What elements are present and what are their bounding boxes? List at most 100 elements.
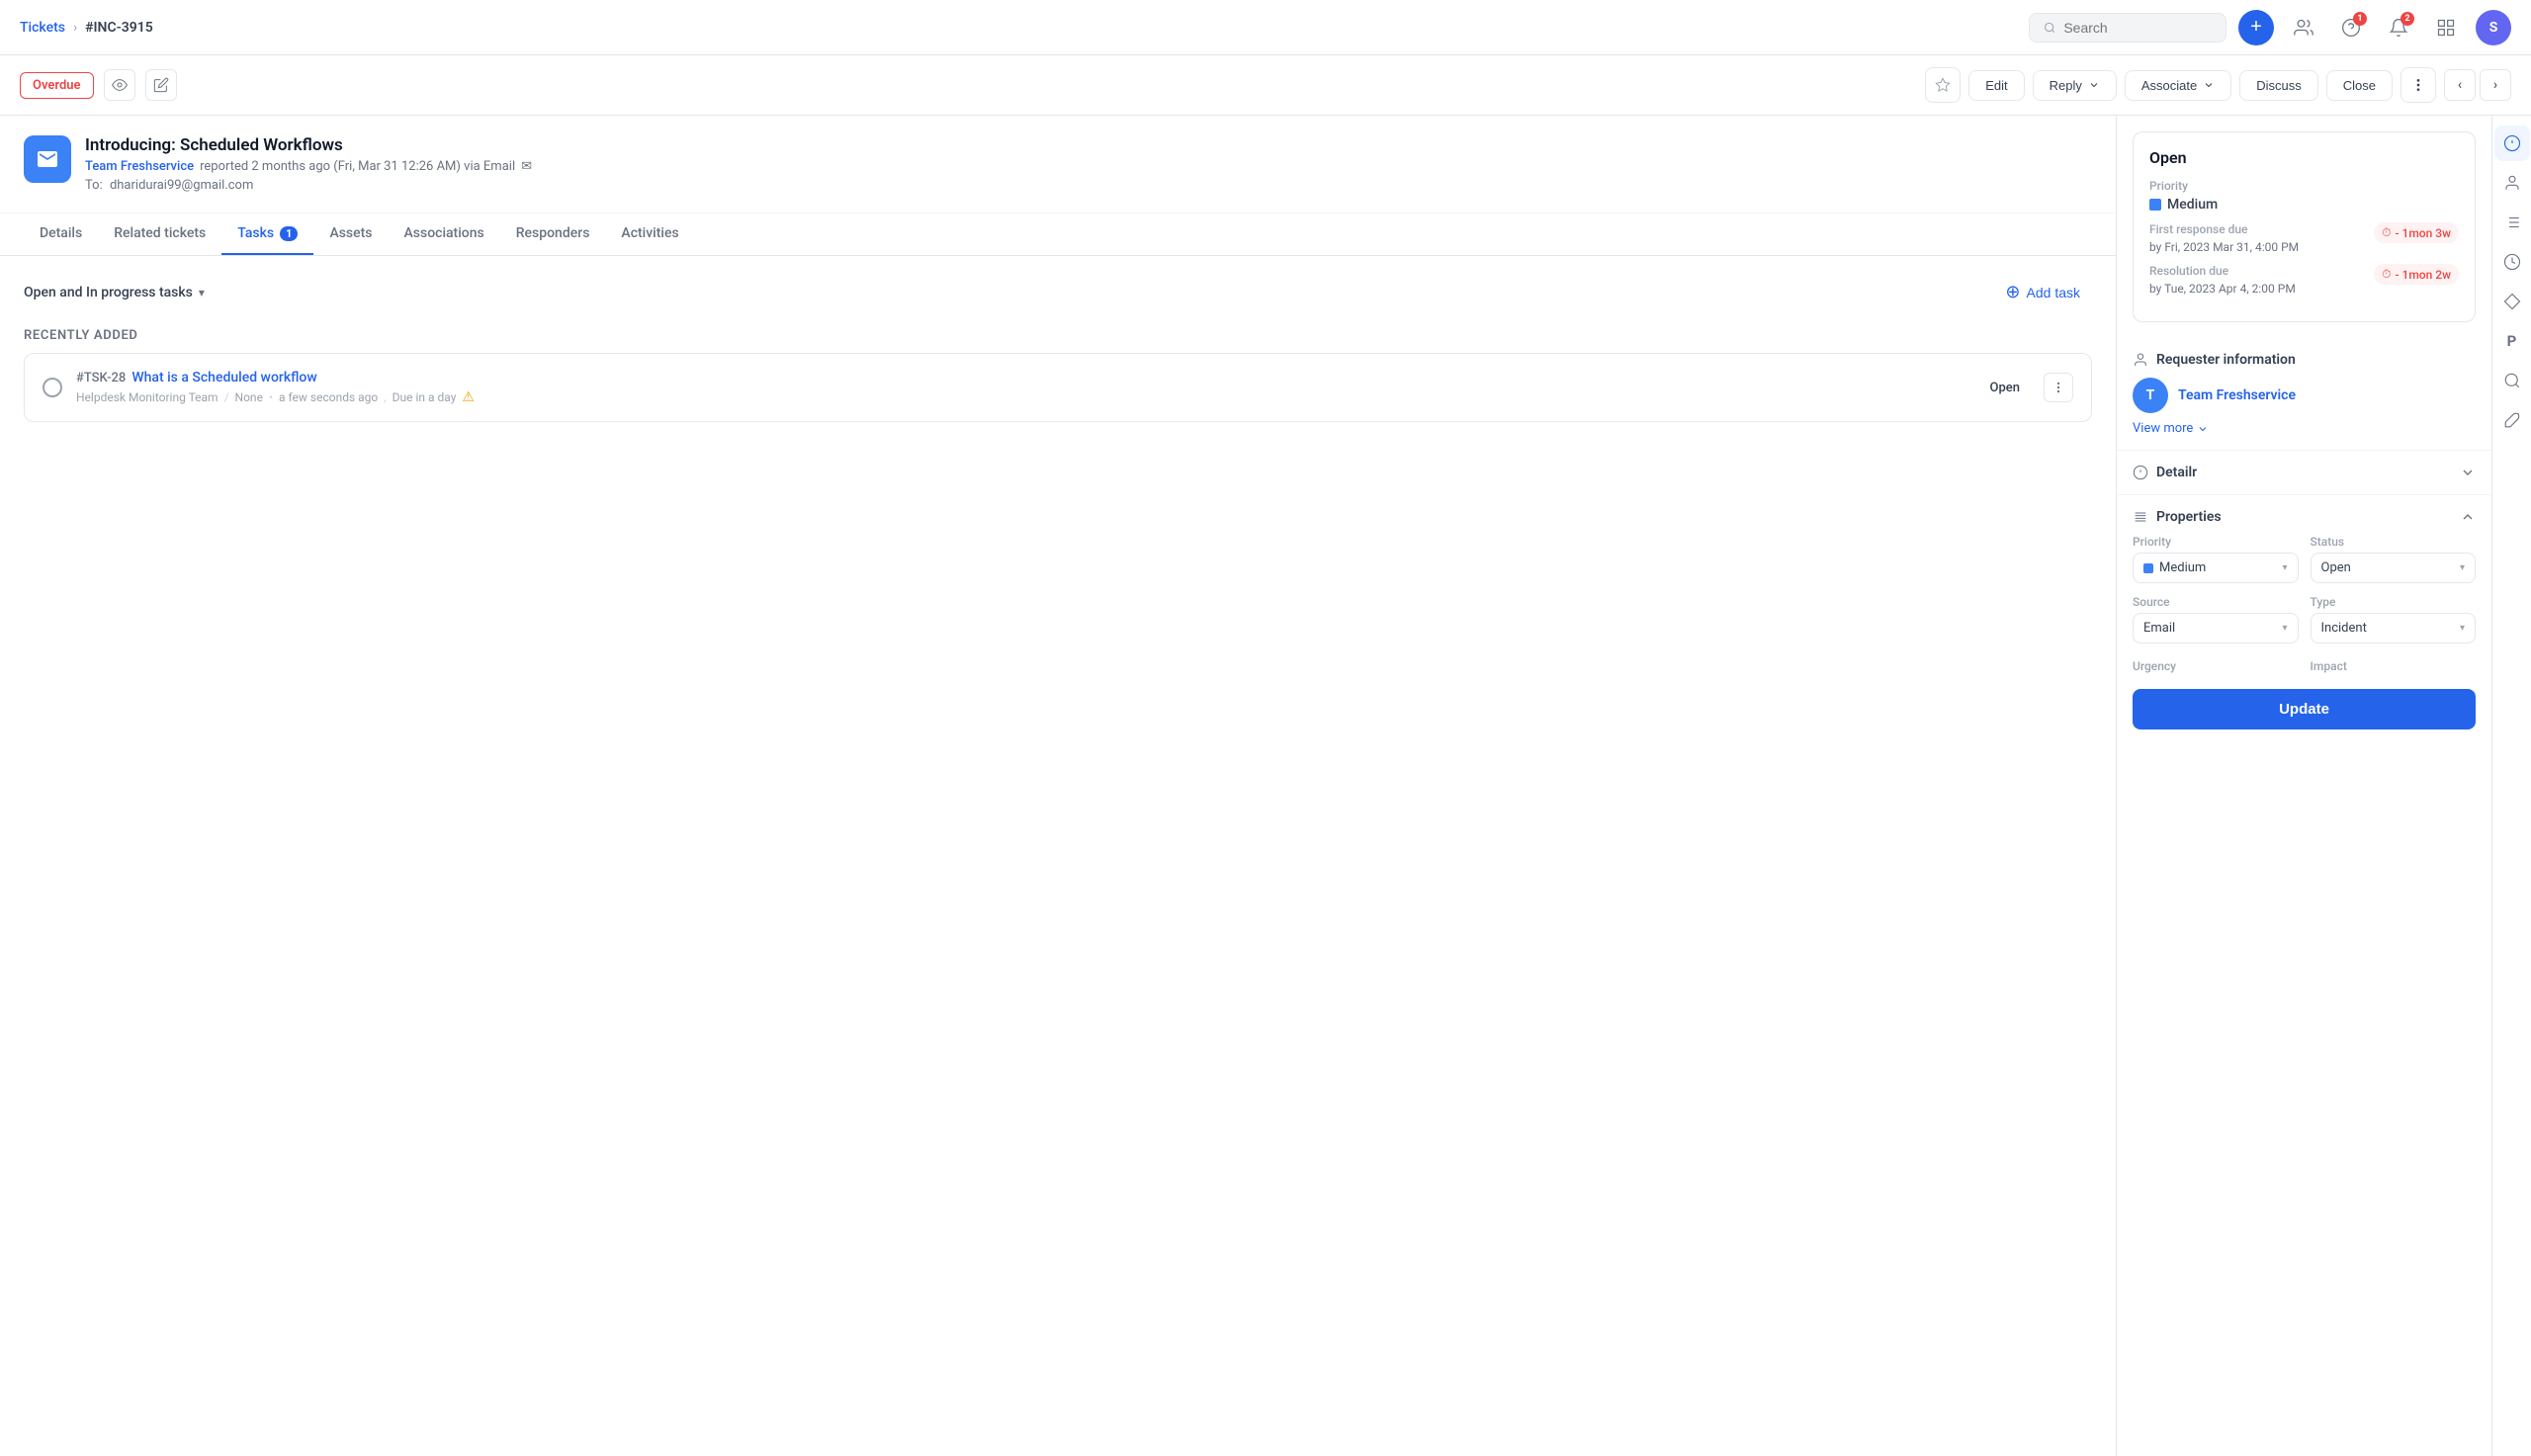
topbar: Tickets › #INC-3915 + 1 2 S bbox=[0, 0, 2531, 55]
task-sep2: • bbox=[269, 390, 273, 404]
search-input[interactable] bbox=[2063, 20, 2212, 36]
tab-tasks[interactable]: Tasks 1 bbox=[221, 214, 313, 255]
details-title: Detailr bbox=[2133, 465, 2197, 480]
sidebar-list-icon[interactable] bbox=[2494, 205, 2530, 240]
sidebar-diamond-icon[interactable] bbox=[2494, 284, 2530, 319]
first-response-overdue: ⏱ - 1mon 3w bbox=[2374, 222, 2459, 243]
discuss-button[interactable]: Discuss bbox=[2239, 70, 2318, 101]
more-options-button[interactable] bbox=[2400, 67, 2436, 103]
marketplace-icon-button[interactable] bbox=[2428, 10, 2464, 45]
person-sidebar-icon bbox=[2503, 174, 2521, 192]
first-response-info: First response due by Fri, 2023 Mar 31, … bbox=[2149, 222, 2299, 254]
help-badge: 1 bbox=[2353, 12, 2367, 26]
close-button[interactable]: Close bbox=[2326, 70, 2393, 101]
details-section: Detailr bbox=[2117, 450, 2491, 494]
sidebar-search2-icon[interactable] bbox=[2494, 363, 2530, 398]
brush-sidebar-icon bbox=[2503, 411, 2521, 429]
create-button[interactable]: + bbox=[2238, 10, 2274, 45]
task-name[interactable]: What is a Scheduled workflow bbox=[131, 370, 316, 385]
ticket-meta: Team Freshservice reported 2 months ago … bbox=[85, 159, 2092, 174]
user-avatar[interactable]: S bbox=[2476, 10, 2511, 45]
email-icon: ✉ bbox=[521, 159, 532, 174]
eye-icon-button[interactable] bbox=[104, 69, 135, 101]
properties-collapse-icon[interactable] bbox=[2460, 509, 2476, 525]
tab-details[interactable]: Details bbox=[24, 214, 98, 255]
content-area: Introducing: Scheduled Workflows Team Fr… bbox=[0, 116, 2116, 1456]
tab-activities[interactable]: Activities bbox=[605, 214, 694, 255]
source-select[interactable]: Email ▾ bbox=[2133, 613, 2299, 643]
requester-name[interactable]: Team Freshservice bbox=[2178, 387, 2296, 403]
details-header[interactable]: Detailr bbox=[2117, 451, 2491, 494]
ticket-title: Introducing: Scheduled Workflows bbox=[85, 135, 2092, 155]
clock-icon-2: ⏱ bbox=[2382, 267, 2391, 282]
first-response-label: First response due bbox=[2149, 222, 2299, 236]
reply-button[interactable]: Reply bbox=[2033, 70, 2117, 101]
breadcrumb-sep: › bbox=[73, 20, 77, 36]
agent-icon-button[interactable] bbox=[2286, 10, 2321, 45]
priority-select[interactable]: Medium ▾ bbox=[2133, 553, 2299, 583]
priority-select-dot bbox=[2143, 563, 2153, 573]
clock-icon-1: ⏱ bbox=[2382, 225, 2391, 240]
help-icon-button[interactable]: 1 bbox=[2333, 10, 2369, 45]
toolbar-right-actions: Edit Reply Associate Discuss Close ‹ › bbox=[1925, 67, 2511, 103]
task-details: #TSK-28 What is a Scheduled workflow Hel… bbox=[76, 370, 1976, 405]
type-select[interactable]: Incident ▾ bbox=[2311, 613, 2477, 643]
status-select[interactable]: Open ▾ bbox=[2311, 553, 2477, 583]
urgency-label: Urgency bbox=[2133, 659, 2299, 673]
tab-responders[interactable]: Responders bbox=[500, 214, 606, 255]
associate-button[interactable]: Associate bbox=[2125, 70, 2231, 101]
search-box[interactable] bbox=[2029, 13, 2226, 43]
properties-header: Properties bbox=[2117, 495, 2491, 535]
priority-select-arrow: ▾ bbox=[2282, 562, 2287, 573]
add-task-button[interactable]: ⊕ Add task bbox=[1993, 276, 2092, 308]
sidebar-p-icon[interactable]: P bbox=[2494, 323, 2530, 359]
clock-sidebar-icon bbox=[2503, 253, 2521, 271]
task-checkbox[interactable] bbox=[43, 378, 62, 397]
task-more-icon bbox=[2051, 381, 2065, 394]
view-more-button[interactable]: View more bbox=[2133, 421, 2476, 436]
list-sidebar-icon bbox=[2503, 214, 2521, 231]
topbar-right: + 1 2 S bbox=[2029, 10, 2511, 45]
ticket-reporter[interactable]: Team Freshservice bbox=[85, 159, 194, 174]
resolution-label: Resolution due bbox=[2149, 264, 2296, 278]
urgency-impact-labels: Urgency Impact bbox=[2117, 659, 2491, 677]
task-more-button[interactable] bbox=[2044, 373, 2073, 402]
sidebar-brush-icon[interactable] bbox=[2494, 402, 2530, 438]
priority-label: Priority bbox=[2149, 179, 2459, 193]
next-ticket-button[interactable]: › bbox=[2480, 69, 2511, 101]
source-select-arrow: ▾ bbox=[2282, 623, 2287, 634]
sidebar-info-icon[interactable] bbox=[2494, 126, 2530, 161]
email-ticket-icon bbox=[36, 147, 59, 171]
source-property: Source Email ▾ bbox=[2133, 595, 2299, 643]
reply-dropdown-icon bbox=[2088, 79, 2100, 91]
filter-dropdown-arrow: ▾ bbox=[199, 286, 205, 300]
add-task-icon: ⊕ bbox=[2005, 282, 2020, 302]
priority-select-inner: Medium bbox=[2143, 560, 2206, 575]
breadcrumb-tickets[interactable]: Tickets bbox=[20, 20, 65, 36]
task-time: a few seconds ago bbox=[279, 390, 378, 404]
requester-info: T Team Freshservice bbox=[2133, 378, 2476, 413]
star-button[interactable] bbox=[1925, 67, 1961, 103]
sidebar-person-icon[interactable] bbox=[2494, 165, 2530, 201]
tab-related-tickets[interactable]: Related tickets bbox=[98, 214, 221, 255]
update-button[interactable]: Update bbox=[2133, 689, 2476, 729]
ticket-info: Introducing: Scheduled Workflows Team Fr… bbox=[85, 135, 2092, 193]
edit-button[interactable]: Edit bbox=[1968, 70, 2024, 101]
tab-associations[interactable]: Associations bbox=[389, 214, 500, 255]
warning-icon: ⚠ bbox=[462, 389, 475, 405]
sidebar-clock-icon[interactable] bbox=[2494, 244, 2530, 280]
tasks-filter-dropdown[interactable]: Open and In progress tasks ▾ bbox=[24, 285, 205, 300]
pencil-icon bbox=[153, 77, 169, 93]
notifications-icon-button[interactable]: 2 bbox=[2381, 10, 2416, 45]
task-sep3: , bbox=[384, 390, 386, 404]
eye-icon bbox=[112, 77, 128, 93]
edit-icon-button[interactable] bbox=[145, 69, 177, 101]
prev-ticket-button[interactable]: ‹ bbox=[2444, 69, 2476, 101]
ticket-to: To: dharidurai99@gmail.com bbox=[85, 178, 2092, 193]
resolution-info: Resolution due by Tue, 2023 Apr 4, 2:00 … bbox=[2149, 264, 2296, 296]
tab-assets[interactable]: Assets bbox=[313, 214, 388, 255]
impact-group: Impact bbox=[2311, 659, 2477, 673]
chevron-down-icon bbox=[2197, 423, 2209, 435]
first-response-date: by Fri, 2023 Mar 31, 4:00 PM bbox=[2149, 240, 2299, 254]
urgency-group: Urgency bbox=[2133, 659, 2299, 673]
